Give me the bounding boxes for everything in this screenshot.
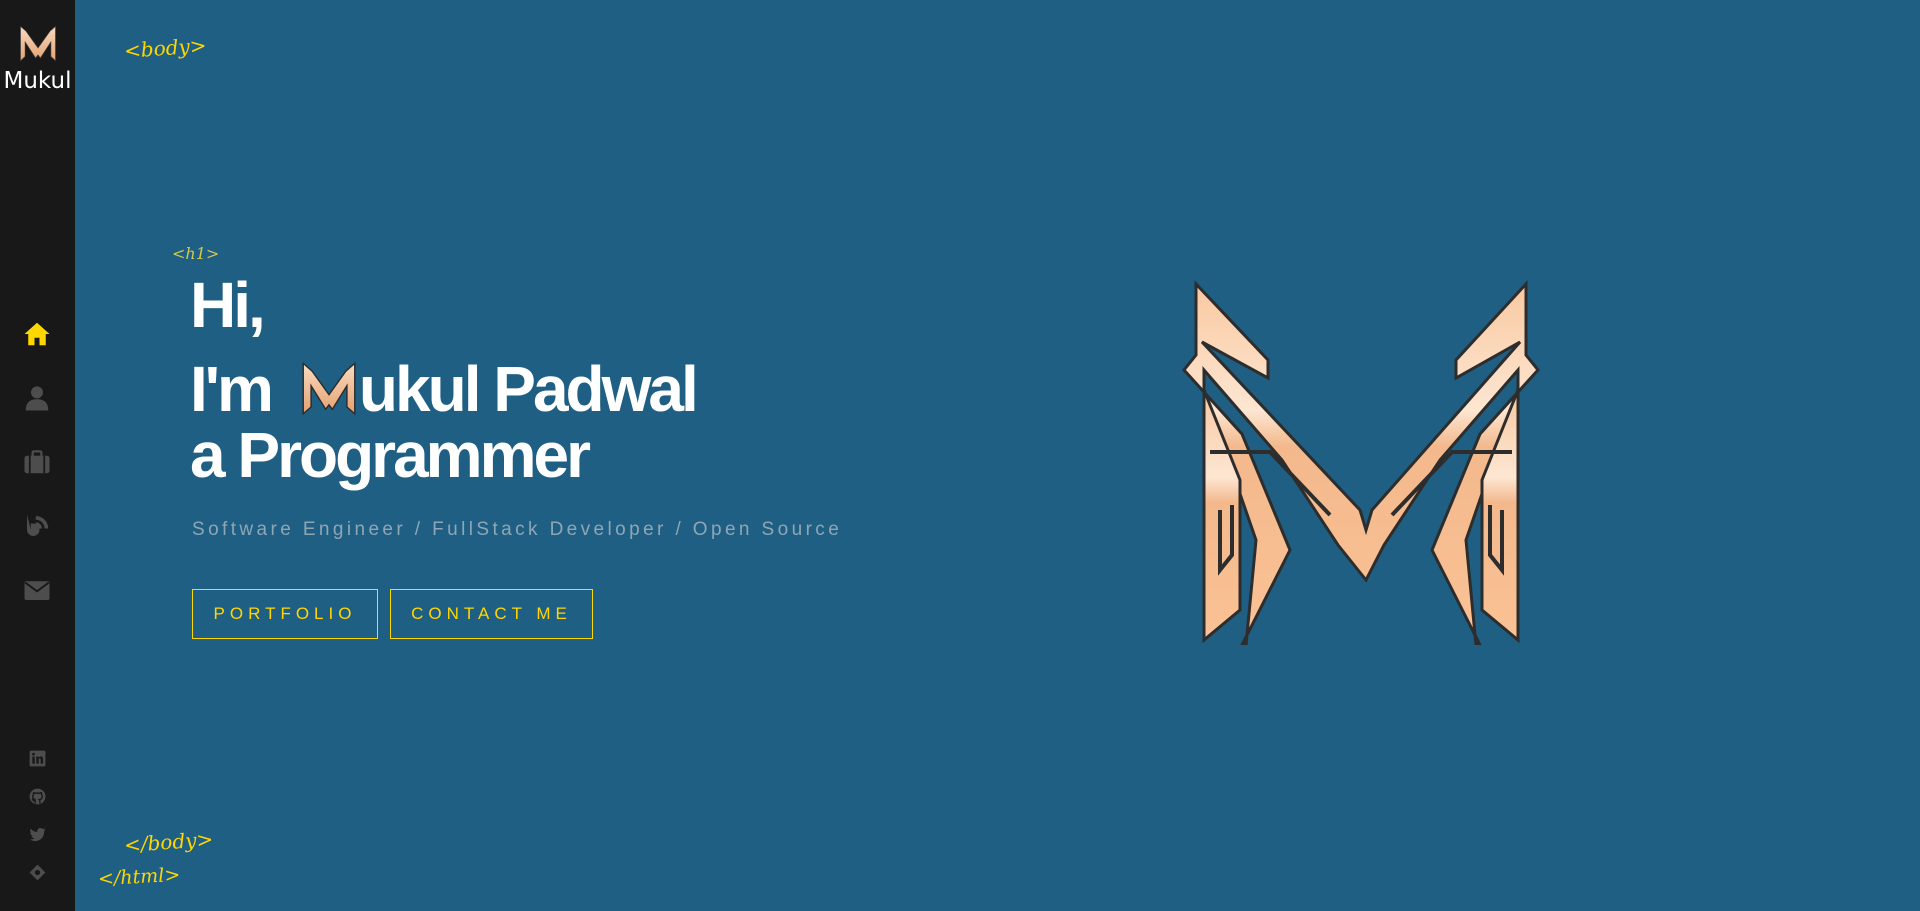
github-icon bbox=[29, 788, 46, 805]
hero-heading-block: Hi, I'm ukul Padwal a Programmer bbox=[190, 269, 699, 491]
nav-blog[interactable] bbox=[0, 497, 75, 561]
envelope-icon bbox=[24, 581, 50, 600]
h1-tag: <h1> bbox=[172, 244, 220, 263]
hero-line-name: I'm ukul Padwal bbox=[190, 353, 699, 425]
social-other[interactable] bbox=[0, 854, 75, 892]
hero-m-logo-icon bbox=[1182, 280, 1540, 645]
social-linkedin[interactable] bbox=[0, 740, 75, 778]
hero-subtitle: Software Engineer / FullStack Developer … bbox=[192, 519, 843, 540]
m-logo-icon bbox=[19, 25, 56, 62]
social-twitter[interactable] bbox=[0, 816, 75, 854]
hero-im: I'm bbox=[190, 353, 274, 425]
blog-icon bbox=[27, 514, 49, 536]
contact-me-button[interactable]: CONTACT ME bbox=[390, 589, 593, 639]
twitter-icon bbox=[29, 827, 46, 842]
body-close-tag: </body> bbox=[123, 826, 214, 858]
hero-line-role: a Programmer bbox=[190, 419, 591, 491]
social-links bbox=[0, 740, 75, 892]
home-icon bbox=[24, 322, 50, 346]
nav-contact[interactable] bbox=[0, 561, 75, 625]
inline-m-logo-icon bbox=[302, 361, 356, 416]
hero-heading: Hi, I'm ukul Padwal a Programmer bbox=[190, 269, 699, 491]
nav-home[interactable] bbox=[0, 305, 75, 369]
body-open-tag: <body> bbox=[123, 33, 208, 63]
nav-portfolio[interactable] bbox=[0, 433, 75, 497]
linkedin-icon bbox=[29, 750, 46, 767]
sidebar: Mukul bbox=[0, 0, 75, 911]
social-github[interactable] bbox=[0, 778, 75, 816]
logo-text: Mukul bbox=[3, 68, 72, 94]
portfolio-button[interactable]: PORTFOLIO bbox=[192, 589, 378, 639]
sidebar-nav bbox=[0, 305, 75, 625]
html-close-tag: </html> bbox=[97, 863, 181, 891]
nav-about[interactable] bbox=[0, 369, 75, 433]
user-icon bbox=[25, 386, 49, 411]
hero-line-hi: Hi, bbox=[190, 269, 266, 341]
briefcase-icon bbox=[24, 450, 50, 474]
diamond-icon bbox=[29, 864, 46, 881]
sidebar-logo[interactable]: Mukul bbox=[0, 22, 75, 94]
hero-name: ukul Padwal bbox=[358, 353, 699, 425]
